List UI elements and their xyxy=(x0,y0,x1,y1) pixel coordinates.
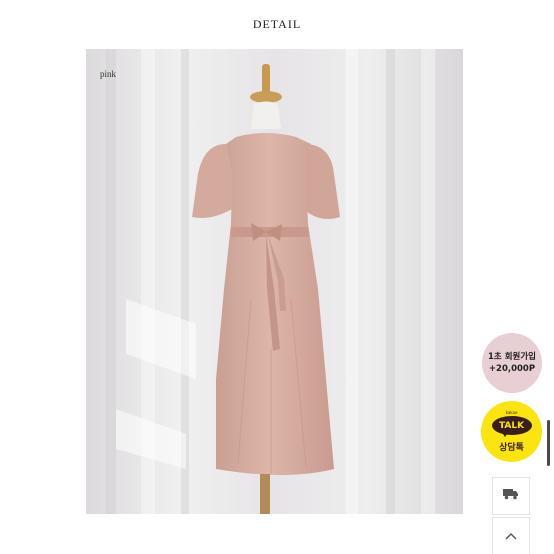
chevron-up-icon xyxy=(505,527,517,545)
delivery-button[interactable] xyxy=(492,477,530,515)
signup-promo-button[interactable]: 1초 회원가입 +20,000P xyxy=(482,333,542,393)
promo-line-2: +20,000P xyxy=(488,364,536,374)
product-photo xyxy=(86,49,463,514)
section-title: DETAIL xyxy=(252,17,302,31)
talk-badge: TALK xyxy=(491,416,532,435)
kakao-talk-label: 상담톡 xyxy=(499,443,524,453)
scrollbar-thumb[interactable] xyxy=(547,420,550,466)
kakao-small-label: kakao xyxy=(505,410,518,415)
scroll-top-button[interactable] xyxy=(492,517,530,554)
truck-icon xyxy=(503,487,519,505)
talk-speech-icon: TALK xyxy=(491,416,532,438)
kakao-talk-button[interactable]: kakao TALK 상담톡 xyxy=(481,401,542,462)
speech-tail xyxy=(500,431,509,437)
color-label: pink xyxy=(100,69,117,79)
promo-line-1: 1초 회원가입 xyxy=(488,352,536,362)
